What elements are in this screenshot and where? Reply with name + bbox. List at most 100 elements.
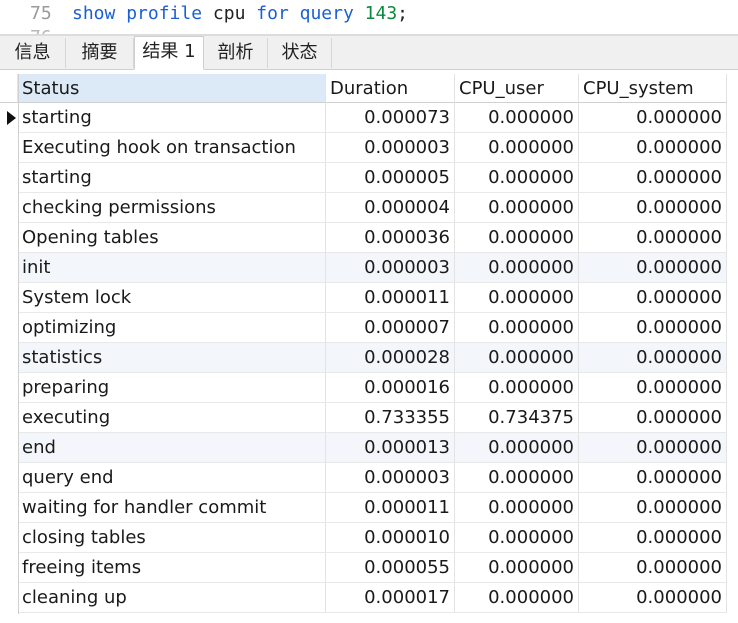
cell-cpu-user[interactable]: 0.000000	[455, 283, 579, 313]
tab-result-1[interactable]: 结果 1	[134, 36, 204, 70]
cell-cpu-system[interactable]: 0.000000	[579, 433, 727, 463]
cell-duration[interactable]: 0.000007	[326, 313, 455, 343]
cell-cpu-user[interactable]: 0.000000	[455, 163, 579, 193]
cell-cpu-user[interactable]: 0.000000	[455, 583, 579, 613]
cell-status[interactable]: Opening tables	[18, 223, 326, 253]
cell-status[interactable]: statistics	[18, 343, 326, 373]
row-indicator[interactable]	[0, 433, 18, 463]
row-indicator[interactable]	[0, 343, 18, 373]
cell-cpu-user[interactable]: 0.000000	[455, 313, 579, 343]
cell-status[interactable]: cleaning up	[18, 583, 326, 613]
cell-cpu-system[interactable]: 0.000000	[579, 163, 727, 193]
cell-status[interactable]: closing tables	[18, 523, 326, 553]
row-indicator[interactable]	[0, 583, 18, 613]
cell-duration[interactable]: 0.000013	[326, 433, 455, 463]
row-indicator-header	[0, 74, 18, 103]
cell-duration[interactable]: 0.733355	[326, 403, 455, 433]
row-indicator[interactable]	[0, 133, 18, 163]
row-indicator[interactable]	[0, 463, 18, 493]
cell-cpu-system[interactable]: 0.000000	[579, 583, 727, 613]
result-grid[interactable]: Status Duration CPU_user CPU_system star…	[0, 70, 738, 623]
cell-status[interactable]: Executing hook on transaction	[18, 133, 326, 163]
row-indicator[interactable]	[0, 523, 18, 553]
column-header-status[interactable]: Status	[18, 74, 326, 103]
cell-cpu-system[interactable]: 0.000000	[579, 193, 727, 223]
cell-cpu-system[interactable]: 0.000000	[579, 223, 727, 253]
cell-cpu-system[interactable]: 0.000000	[579, 133, 727, 163]
cell-duration[interactable]: 0.000003	[326, 133, 455, 163]
cell-duration[interactable]: 0.000073	[326, 103, 455, 133]
cell-duration[interactable]: 0.000011	[326, 493, 455, 523]
row-indicator[interactable]	[0, 493, 18, 523]
cell-cpu-system[interactable]: 0.000000	[579, 373, 727, 403]
cell-duration[interactable]: 0.000055	[326, 553, 455, 583]
cell-cpu-system[interactable]: 0.000000	[579, 283, 727, 313]
row-indicator[interactable]	[0, 373, 18, 403]
cell-status[interactable]: executing	[18, 403, 326, 433]
cell-cpu-user[interactable]: 0.000000	[455, 193, 579, 223]
cell-cpu-system[interactable]: 0.000000	[579, 493, 727, 523]
row-indicator[interactable]	[0, 313, 18, 343]
cell-cpu-user[interactable]: 0.000000	[455, 523, 579, 553]
sql-editor[interactable]: 75 show profile cpu for query 143; 76	[0, 0, 738, 36]
tab-info[interactable]: 信息	[0, 38, 66, 68]
row-indicator[interactable]	[0, 103, 18, 133]
cell-status[interactable]: freeing items	[18, 553, 326, 583]
cell-cpu-user[interactable]: 0.000000	[455, 133, 579, 163]
cell-cpu-system[interactable]: 0.000000	[579, 253, 727, 283]
cell-cpu-user[interactable]: 0.734375	[455, 403, 579, 433]
cell-cpu-user[interactable]: 0.000000	[455, 433, 579, 463]
cell-cpu-user[interactable]: 0.000000	[455, 343, 579, 373]
column-header-cpu-user[interactable]: CPU_user	[455, 74, 579, 103]
cell-status[interactable]: checking permissions	[18, 193, 326, 223]
cell-status[interactable]: query end	[18, 463, 326, 493]
cell-duration[interactable]: 0.000010	[326, 523, 455, 553]
column-header-cpu-system[interactable]: CPU_system	[579, 74, 727, 103]
row-indicator[interactable]	[0, 193, 18, 223]
cell-cpu-user[interactable]: 0.000000	[455, 553, 579, 583]
sql-code-line[interactable]: show profile cpu for query 143;	[72, 3, 408, 24]
cell-duration[interactable]: 0.000011	[326, 283, 455, 313]
cell-cpu-system[interactable]: 0.000000	[579, 523, 727, 553]
cell-duration[interactable]: 0.000017	[326, 583, 455, 613]
cell-status[interactable]: waiting for handler commit	[18, 493, 326, 523]
cell-status[interactable]: System lock	[18, 283, 326, 313]
cell-cpu-system[interactable]: 0.000000	[579, 403, 727, 433]
result-tabbar: 信息 摘要 结果 1 剖析 状态	[0, 36, 738, 70]
cell-status[interactable]: optimizing	[18, 313, 326, 343]
cell-duration[interactable]: 0.000005	[326, 163, 455, 193]
cell-cpu-user[interactable]: 0.000000	[455, 103, 579, 133]
cell-cpu-user[interactable]: 0.000000	[455, 373, 579, 403]
cell-cpu-system[interactable]: 0.000000	[579, 313, 727, 343]
cell-cpu-system[interactable]: 0.000000	[579, 553, 727, 583]
cell-status[interactable]: starting	[18, 103, 326, 133]
cell-duration[interactable]: 0.000036	[326, 223, 455, 253]
row-indicator[interactable]	[0, 163, 18, 193]
row-indicator[interactable]	[0, 253, 18, 283]
cell-duration[interactable]: 0.000028	[326, 343, 455, 373]
cell-status[interactable]: end	[18, 433, 326, 463]
cell-duration[interactable]: 0.000003	[326, 253, 455, 283]
tab-profile[interactable]: 剖析	[204, 38, 268, 68]
keyword-for: for	[256, 3, 289, 24]
cell-cpu-system[interactable]: 0.000000	[579, 103, 727, 133]
cell-cpu-system[interactable]: 0.000000	[579, 463, 727, 493]
row-indicator[interactable]	[0, 403, 18, 433]
tab-summary[interactable]: 摘要	[66, 38, 134, 68]
cell-duration[interactable]: 0.000016	[326, 373, 455, 403]
cell-duration[interactable]: 0.000003	[326, 463, 455, 493]
tab-status[interactable]: 状态	[268, 38, 332, 68]
cell-cpu-user[interactable]: 0.000000	[455, 253, 579, 283]
column-header-duration[interactable]: Duration	[326, 74, 455, 103]
row-indicator[interactable]	[0, 223, 18, 253]
cell-status[interactable]: init	[18, 253, 326, 283]
cell-cpu-system[interactable]: 0.000000	[579, 343, 727, 373]
cell-cpu-user[interactable]: 0.000000	[455, 463, 579, 493]
cell-status[interactable]: starting	[18, 163, 326, 193]
cell-cpu-user[interactable]: 0.000000	[455, 493, 579, 523]
cell-duration[interactable]: 0.000004	[326, 193, 455, 223]
cell-status[interactable]: preparing	[18, 373, 326, 403]
cell-cpu-user[interactable]: 0.000000	[455, 223, 579, 253]
row-indicator[interactable]	[0, 283, 18, 313]
row-indicator[interactable]	[0, 553, 18, 583]
